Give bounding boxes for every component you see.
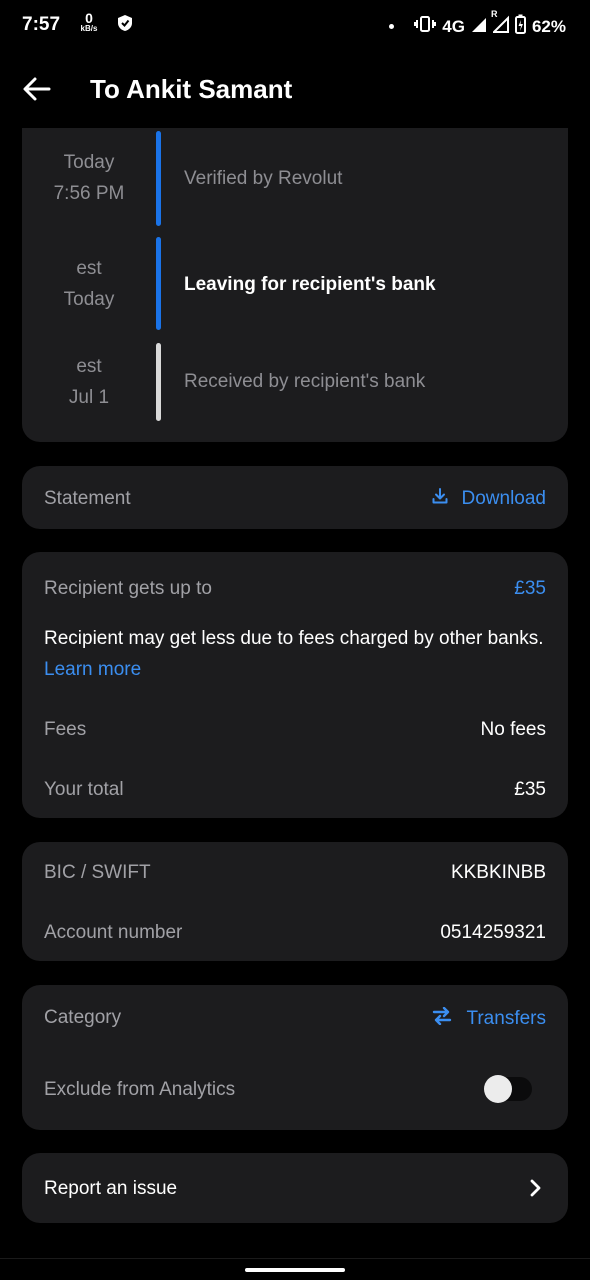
- download-label: Download: [461, 488, 547, 509]
- download-icon: [432, 488, 448, 510]
- learn-more-link[interactable]: Learn more: [44, 654, 554, 685]
- timeline-time-line2: 7:56 PM: [53, 183, 125, 204]
- network-speed-unit: kB/s: [80, 24, 98, 33]
- timeline-time-line2: Today: [63, 289, 115, 310]
- fees-note-text: Recipient may get less due to fees charg…: [44, 628, 544, 649]
- network-speed: 0 kB/s: [77, 11, 101, 33]
- status-icons: 4G R 62%: [389, 9, 566, 39]
- exclude-analytics-toggle[interactable]: [484, 1075, 532, 1103]
- network-type: 4G: [442, 16, 465, 36]
- timeline-time-line2: Jul 1: [68, 387, 110, 408]
- category-label: Category: [44, 1007, 122, 1028]
- timeline-step-leaving: est Today Leaving for recipient's bank: [22, 237, 568, 330]
- transfer-timeline-card: Today 7:56 PM Verified by Revolut est To…: [22, 128, 568, 442]
- timeline-step-time: Today 7:56 PM: [22, 147, 156, 209]
- notification-dot-icon: [389, 24, 395, 29]
- signal-icon: [471, 15, 487, 38]
- statement-card: Statement Download: [22, 466, 568, 529]
- app-header: To Ankit Samant: [0, 50, 590, 128]
- timeline-step-verified: Today 7:56 PM Verified by Revolut: [22, 131, 568, 226]
- category-value[interactable]: Transfers: [432, 1006, 546, 1031]
- toggle-knob: [484, 1075, 512, 1103]
- nav-divider: [0, 1258, 590, 1259]
- transfer-arrows-icon: [432, 1006, 452, 1031]
- timeline-step-label: Leaving for recipient's bank: [184, 274, 436, 295]
- timeline-step-received: est Jul 1 Received by recipient's bank: [22, 343, 568, 421]
- bank-details-card: BIC / SWIFT KKBKINBB Account number 0514…: [22, 842, 568, 961]
- timeline-time-line1: est: [76, 258, 102, 279]
- total-label: Your total: [44, 779, 124, 800]
- statement-label: Statement: [44, 488, 131, 509]
- fees-note: Recipient may get less due to fees charg…: [44, 623, 554, 685]
- timeline-step-label: Received by recipient's bank: [184, 371, 426, 392]
- timeline-time-line1: est: [76, 356, 102, 377]
- recipient-gets-value: £35: [514, 578, 546, 599]
- bic-label: BIC / SWIFT: [44, 862, 151, 883]
- timeline-step-label: Verified by Revolut: [184, 168, 343, 189]
- amount-card: Recipient gets up to £35 Recipient may g…: [22, 552, 568, 818]
- timeline-progress-bar: [156, 131, 161, 226]
- battery-level: 62%: [531, 16, 566, 36]
- account-number-label: Account number: [44, 922, 183, 943]
- recipient-gets-label: Recipient gets up to: [44, 578, 212, 599]
- fees-value: No fees: [480, 719, 546, 740]
- report-issue-label: Report an issue: [44, 1178, 178, 1199]
- timeline-progress-bar: [156, 343, 161, 421]
- shield-icon: [117, 14, 133, 37]
- roaming-indicator: R: [490, 9, 498, 19]
- chevron-right-icon: [530, 1179, 542, 1203]
- total-value: £35: [514, 779, 546, 800]
- timeline-step-time: est Today: [22, 253, 156, 315]
- page-title: To Ankit Samant: [90, 74, 293, 104]
- fees-label: Fees: [44, 719, 87, 740]
- timeline-time-line1: Today: [63, 152, 115, 173]
- status-time: 7:57: [22, 14, 61, 35]
- category-card: Category Transfers Exclude from Analytic…: [22, 985, 568, 1130]
- network-speed-value: 0: [85, 10, 93, 26]
- bic-value[interactable]: KKBKINBB: [451, 862, 546, 884]
- exclude-analytics-label: Exclude from Analytics: [44, 1079, 236, 1100]
- battery-charging-icon: [514, 14, 526, 39]
- timeline-step-time: est Jul 1: [22, 351, 156, 413]
- report-issue-card[interactable]: Report an issue: [22, 1153, 568, 1223]
- download-button[interactable]: Download: [432, 488, 547, 510]
- back-arrow-icon[interactable]: [22, 74, 52, 104]
- vibrate-icon: [414, 15, 437, 38]
- status-bar: 7:57 0 kB/s 4G R 62%: [0, 0, 590, 50]
- home-indicator[interactable]: [245, 1268, 345, 1272]
- category-value-label: Transfers: [466, 1008, 546, 1029]
- roaming-signal-icon: R: [491, 9, 509, 38]
- timeline-progress-bar: [156, 237, 161, 330]
- account-number-value[interactable]: 0514259321: [440, 922, 546, 944]
